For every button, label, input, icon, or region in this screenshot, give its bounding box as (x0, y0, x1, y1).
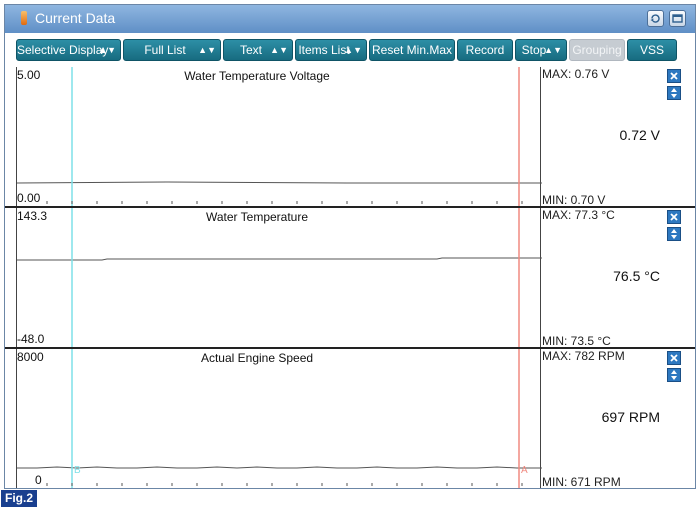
cursor-a-label: A (521, 465, 528, 476)
graph-canvas: B A (17, 349, 542, 488)
graph-panel-water-temperature: 143.3 -48.0 Water Temperature MAX: 77.3 … (5, 208, 695, 348)
scale-max-label: 5.00 (17, 68, 41, 82)
vss-button[interactable]: VSS (627, 39, 677, 61)
spinner-arrows-icon: ▲▼ (270, 45, 288, 55)
time-ticks (46, 483, 523, 486)
graph-title: Water Temperature Voltage (184, 69, 330, 83)
scale-min-label: 0.00 (17, 191, 41, 205)
title-bar: Current Data (5, 5, 695, 33)
min-value: MIN: 0.70 V (542, 193, 606, 207)
graph-title: Actual Engine Speed (200, 351, 314, 365)
close-graph-button[interactable] (667, 210, 681, 224)
current-value: 76.5 °C (613, 268, 660, 284)
graph-panel-water-temperature-voltage: 5.00 0.00 Water Temperature Voltage MAX:… (5, 67, 695, 207)
close-icon (670, 354, 678, 362)
grouping-button[interactable]: Grouping (569, 39, 625, 61)
items-list-dropdown[interactable]: Items List ▲▼ (295, 39, 367, 61)
expand-graph-button[interactable] (667, 86, 681, 100)
min-value: MIN: 73.5 °C (542, 334, 611, 348)
record-button[interactable]: Record (457, 39, 513, 61)
spinner-arrows-icon: ▲▼ (344, 45, 362, 55)
current-value: 0.72 V (619, 127, 660, 143)
close-graph-button[interactable] (667, 351, 681, 365)
graph-canvas (17, 208, 542, 347)
graph-title: Water Temperature (205, 210, 309, 224)
close-icon (670, 72, 678, 80)
window-toggle-icon[interactable] (669, 10, 686, 27)
expand-vertical-icon (671, 229, 677, 239)
scale-min-label: -48.0 (17, 332, 45, 346)
current-data-window: Current Data Selective Display ▲▼ Full Li… (4, 4, 696, 489)
spinner-arrows-icon: ▲▼ (198, 45, 216, 55)
reset-min-max-button[interactable]: Reset Min.Max (369, 39, 455, 61)
graph-canvas (17, 67, 542, 206)
max-value: MAX: 0.76 V (542, 67, 610, 81)
value-info: MAX: 0.76 V 0.72 V MIN: 0.70 V (542, 67, 695, 207)
app-indicator-icon (21, 11, 27, 25)
scale-min-label: 0 (35, 473, 42, 487)
graph-panel-actual-engine-speed: B A 8000 0 Actual Engine Speed MAX: 782 … (5, 349, 695, 488)
full-list-dropdown[interactable]: Full List ▲▼ (123, 39, 221, 61)
graph-area: 143.3 -48.0 Water Temperature (16, 208, 542, 347)
max-value: MAX: 77.3 °C (542, 208, 615, 222)
expand-vertical-icon (671, 88, 677, 98)
signal-trace (17, 466, 542, 469)
time-ticks (46, 201, 523, 204)
current-value: 697 RPM (601, 409, 660, 425)
expand-vertical-icon (671, 370, 677, 380)
scale-max-label: 143.3 (17, 209, 48, 223)
value-info: MAX: 77.3 °C 76.5 °C MIN: 73.5 °C (542, 208, 695, 348)
min-value: MIN: 671 RPM (542, 475, 621, 489)
stop-dropdown[interactable]: Stop ▲▼ (515, 39, 567, 61)
spinner-arrows-icon: ▲▼ (98, 45, 116, 55)
graph-area: 5.00 0.00 Water Temperature Voltage (16, 67, 542, 206)
toolbar: Selective Display ▲▼ Full List ▲▼ Text ▲▼ I… (5, 33, 695, 67)
figure-label: Fig.2 (1, 490, 38, 507)
close-icon (670, 213, 678, 221)
spinner-arrows-icon: ▲▼ (544, 45, 562, 55)
expand-graph-button[interactable] (667, 368, 681, 382)
scale-max-label: 8000 (17, 350, 44, 364)
signal-trace (17, 257, 542, 261)
graph-area: B A 8000 0 Actual Engine Speed (16, 349, 542, 488)
close-graph-button[interactable] (667, 69, 681, 83)
value-info: MAX: 782 RPM 697 RPM MIN: 671 RPM (542, 349, 695, 488)
signal-trace (17, 181, 542, 184)
window-title: Current Data (35, 10, 116, 26)
selective-display-dropdown[interactable]: Selective Display ▲▼ (16, 39, 121, 61)
expand-graph-button[interactable] (667, 227, 681, 241)
text-dropdown[interactable]: Text ▲▼ (223, 39, 293, 61)
max-value: MAX: 782 RPM (542, 349, 625, 363)
refresh-icon[interactable] (647, 10, 664, 27)
cursor-b-label: B (74, 465, 81, 476)
